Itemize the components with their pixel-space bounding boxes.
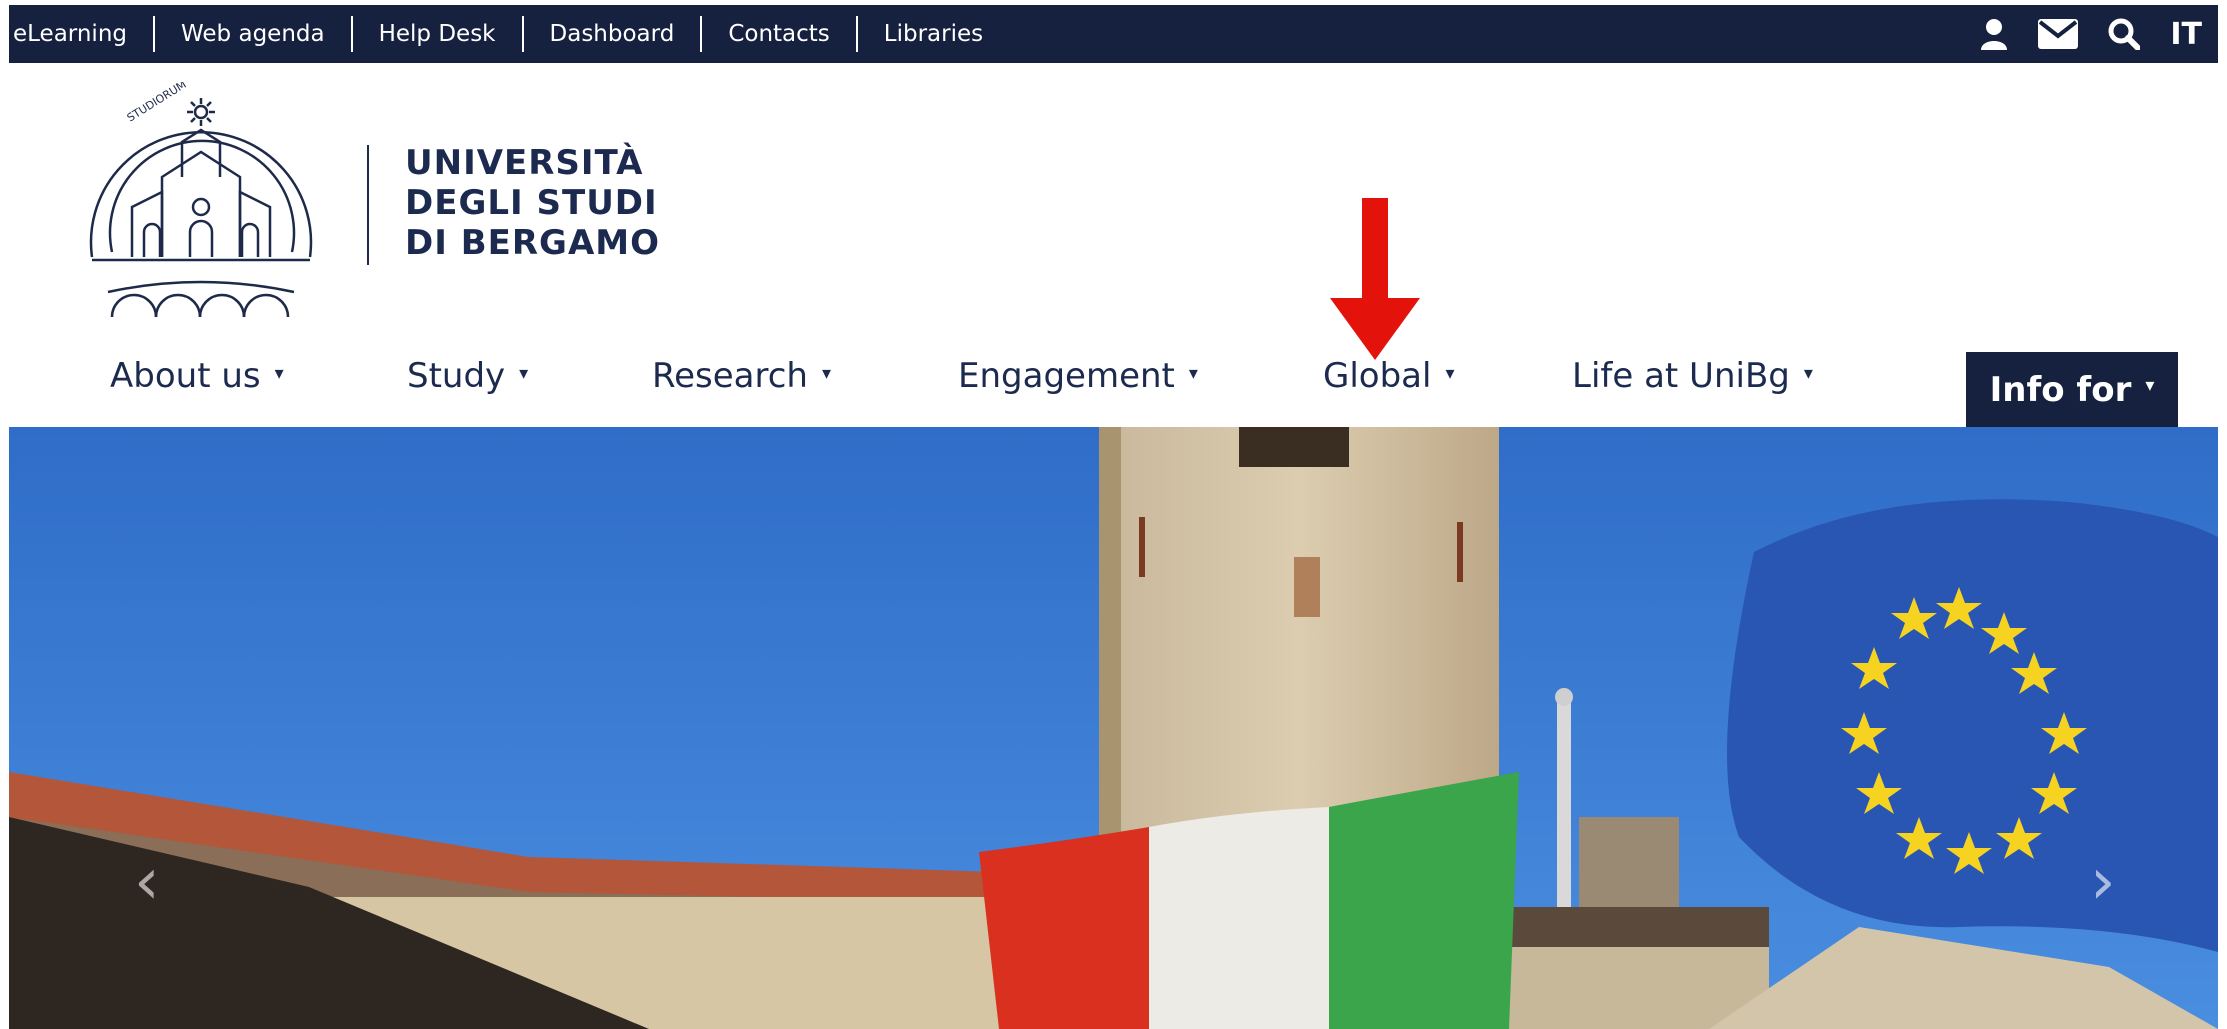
svg-text:STUDIORUM: STUDIORUM	[125, 82, 189, 125]
mail-icon[interactable]	[2038, 19, 2079, 49]
chevron-down-icon: ▾	[1445, 363, 1455, 384]
nav-study[interactable]: Study ▾	[407, 356, 528, 396]
link-help-desk[interactable]: Help Desk	[353, 5, 522, 63]
link-dashboard[interactable]: Dashboard	[524, 5, 701, 63]
university-name-line: DEGLI STUDI	[405, 183, 658, 223]
seal-icon: STUDIORUM	[89, 78, 313, 318]
top-utility-bar: eLearning Web agenda Help Desk Dashboard…	[9, 5, 2218, 63]
nav-info-for[interactable]: Info for ▾	[1966, 352, 2178, 427]
user-icon[interactable]	[1980, 18, 2008, 50]
language-switch[interactable]: IT	[2170, 17, 2202, 52]
link-elearning[interactable]: eLearning	[9, 5, 153, 63]
utility-links: eLearning Web agenda Help Desk Dashboard…	[9, 5, 1009, 63]
link-libraries[interactable]: Libraries	[858, 5, 1009, 63]
chevron-down-icon: ▾	[1803, 363, 1813, 384]
chevron-down-icon: ▾	[2145, 375, 2155, 396]
nav-research[interactable]: Research ▾	[652, 356, 831, 396]
link-web-agenda[interactable]: Web agenda	[155, 5, 351, 63]
link-contacts[interactable]: Contacts	[702, 5, 855, 63]
utility-icons: IT	[1980, 5, 2202, 63]
university-name-line: DI BERGAMO	[405, 223, 660, 263]
chevron-down-icon: ▾	[274, 363, 284, 384]
university-seal-logo[interactable]: STUDIORUM	[72, 78, 330, 336]
nav-life-at-unibg[interactable]: Life at UniBg ▾	[1572, 356, 1813, 396]
chevron-down-icon: ▾	[821, 363, 832, 384]
nav-about-us[interactable]: About us ▾	[110, 356, 284, 396]
search-icon[interactable]	[2108, 18, 2141, 50]
carousel-next-button[interactable]: ›	[2090, 845, 2116, 919]
nav-global[interactable]: Global ▾	[1323, 356, 1455, 396]
university-name[interactable]: UNIVERSITÀ DEGLI STUDI DI BERGAMO	[405, 143, 660, 263]
university-name-line: UNIVERSITÀ	[405, 143, 644, 183]
chevron-down-icon: ▾	[1188, 363, 1198, 384]
hero-carousel-image	[9, 427, 2218, 1029]
carousel-prev-button[interactable]: ‹	[134, 845, 160, 919]
nav-engagement[interactable]: Engagement ▾	[958, 356, 1198, 396]
chevron-down-icon: ▾	[519, 363, 529, 384]
logo-divider	[367, 145, 369, 265]
main-navigation: About us ▾ Study ▾ Research ▾ Engagement ▾ G…	[0, 340, 2227, 427]
